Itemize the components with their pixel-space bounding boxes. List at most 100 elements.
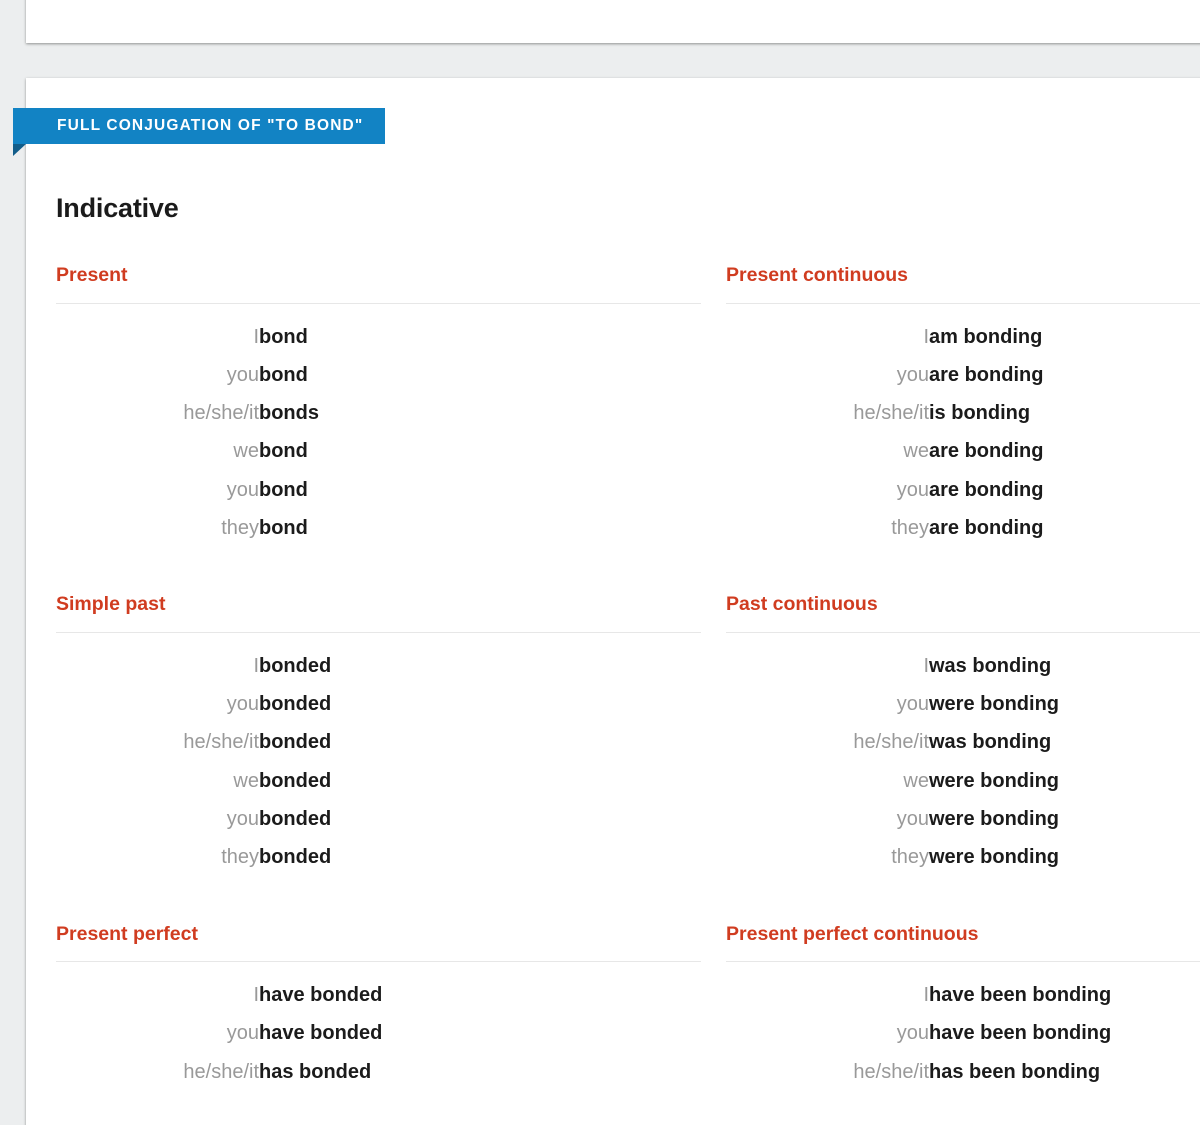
conjugation-row: we were bonding: [726, 762, 1186, 800]
conjugation-row: they bond: [56, 509, 392, 547]
verb-form-cell: bonded: [259, 807, 332, 830]
tense-divider: [56, 961, 701, 963]
verb-form-cell: bonded: [259, 769, 332, 792]
page-root: FULL CONJUGATION OF "TO BOND" Indicative…: [0, 0, 1200, 1125]
conjugation-row: they are bonding: [726, 509, 1186, 547]
pronoun-cell: I: [923, 325, 929, 348]
conjugation-row: they bonded: [56, 838, 392, 876]
tense-title: Present continuous: [726, 264, 909, 286]
pronoun-cell: he/she/it: [853, 1060, 929, 1083]
tense-divider: [56, 631, 701, 633]
verb-form-cell: were bonding: [929, 807, 1059, 830]
verb-form-cell: bonds: [259, 402, 319, 425]
conjugation-row: he/she/it was bonding: [726, 723, 1186, 761]
pronoun-cell: we: [233, 440, 259, 463]
pronoun-cell: you: [226, 1022, 259, 1045]
tense-divider: [726, 302, 1200, 304]
tense-title: Present: [56, 264, 128, 286]
conjugation-row: you have been bonding: [726, 1014, 1186, 1052]
pronoun-cell: you: [896, 478, 929, 501]
verb-form-cell: was bonding: [929, 731, 1052, 754]
tense-block: Present Ibond you bond he/she/it bonds we bond y…: [56, 264, 726, 547]
pronoun-cell: you: [226, 807, 259, 830]
pronoun-cell: he/she/it: [183, 1060, 259, 1083]
pronoun-cell: you: [226, 363, 259, 386]
conjugation-row: we bond: [56, 432, 392, 470]
verb-form-cell: were bonding: [929, 693, 1059, 716]
ribbon-banner: FULL CONJUGATION OF "TO BOND": [13, 108, 386, 144]
pronoun-cell: I: [253, 654, 259, 677]
pronoun-cell: they: [221, 846, 259, 869]
pronoun-cell: I: [253, 325, 259, 348]
conjugation-row: Ihave bonded: [56, 976, 392, 1014]
conjugation-row: you were bonding: [726, 685, 1186, 723]
conjugation-row: Iwas bonding: [726, 647, 1186, 685]
tense-block: Present perfect continuous Ihave been bon…: [726, 922, 1200, 1091]
ribbon-fold-triangle: [13, 144, 26, 156]
verb-form-cell: are bonding: [929, 516, 1044, 539]
pronoun-cell: he/she/it: [183, 731, 259, 754]
conjugation-row: you bonded: [56, 800, 392, 838]
tense-block: Simple past Ibonded you bonded he/she/it bond…: [56, 595, 726, 876]
tense-title: Present perfect continuous: [726, 922, 979, 945]
pronoun-cell: he/she/it: [853, 731, 929, 754]
verb-form-cell: have bonded: [259, 1022, 383, 1045]
conjugation-row: they were bonding: [726, 838, 1186, 876]
conjugation-table: Iwas bonding you were bonding he/she/it was …: [726, 647, 1186, 877]
verb-form-cell: bonded: [259, 846, 332, 869]
tense-block: Past continuous Iwas bonding you were bondi…: [726, 595, 1200, 876]
verb-form-cell: bond: [259, 325, 308, 348]
conjugation-table: Ibonded you bonded he/she/it bonded we bonded y…: [56, 647, 392, 877]
tense-row-spacer: [56, 547, 1200, 595]
pronoun-cell: I: [253, 984, 259, 1007]
pronoun-cell: you: [896, 807, 929, 830]
verb-form-cell: is bonding: [929, 402, 1031, 425]
verb-form-cell: are bonding: [929, 363, 1044, 386]
conjugation-row: he/she/it is bonding: [726, 394, 1186, 432]
verb-form-cell: are bonding: [929, 440, 1044, 463]
previous-card-partial: [26, 0, 1200, 43]
verb-form-cell: bond: [259, 478, 308, 501]
verb-form-cell: was bonding: [929, 654, 1052, 677]
tense-divider: [726, 631, 1200, 633]
verb-form-cell: were bonding: [929, 846, 1059, 869]
conjugation-table: Ihave bonded you have bonded he/she/it has b…: [56, 976, 392, 1091]
conjugation-row: he/she/it has been bonding: [726, 1053, 1186, 1091]
pronoun-cell: you: [896, 693, 929, 716]
pronoun-cell: he/she/it: [183, 402, 259, 425]
verb-form-cell: has been bonding: [929, 1060, 1101, 1083]
conjugation-row: you are bonding: [726, 356, 1186, 394]
verb-form-cell: bonded: [259, 654, 332, 677]
conjugation-row: Ibond: [56, 318, 392, 356]
verb-form-cell: were bonding: [929, 769, 1059, 792]
verb-form-cell: are bonding: [929, 478, 1044, 501]
tense-row: Present Ibond you bond he/she/it bonds we bond y…: [56, 264, 1200, 548]
conjugation-row: we bonded: [56, 762, 392, 800]
tense-title: Past continuous: [726, 593, 878, 616]
conjugation-row: you bond: [56, 471, 392, 509]
conjugation-row: he/she/it bonds: [56, 394, 392, 432]
tense-grid: Present Ibond you bond he/she/it bonds we bond y…: [56, 264, 1200, 1091]
tense-row-spacer: [56, 877, 1200, 925]
tense-divider: [726, 961, 1200, 963]
verb-form-cell: have bonded: [259, 984, 383, 1007]
tense-block: Present perfect Ihave bonded you have bonde…: [56, 922, 726, 1091]
pronoun-cell: you: [896, 1022, 929, 1045]
conjugation-row: you bond: [56, 356, 392, 394]
tense-title: Present perfect: [56, 922, 198, 945]
verb-form-cell: bond: [259, 440, 308, 463]
conjugation-row: you have bonded: [56, 1014, 392, 1052]
pronoun-cell: we: [903, 769, 929, 792]
tense-row: Simple past Ibonded you bonded he/she/it bond…: [56, 595, 1200, 876]
pronoun-cell: we: [233, 769, 259, 792]
mood-title: Indicative: [56, 193, 179, 223]
verb-form-cell: am bonding: [929, 325, 1043, 348]
conjugation-table: Iam bonding you are bonding he/she/it is bon…: [726, 318, 1186, 548]
pronoun-cell: I: [923, 984, 929, 1007]
verb-form-cell: have been bonding: [929, 1022, 1112, 1045]
verb-form-cell: bond: [259, 516, 308, 539]
verb-form-cell: have been bonding: [929, 984, 1112, 1007]
pronoun-cell: they: [221, 516, 259, 539]
tense-divider: [56, 302, 701, 304]
tense-block: Present continuous Iam bonding you are bond…: [726, 264, 1200, 548]
